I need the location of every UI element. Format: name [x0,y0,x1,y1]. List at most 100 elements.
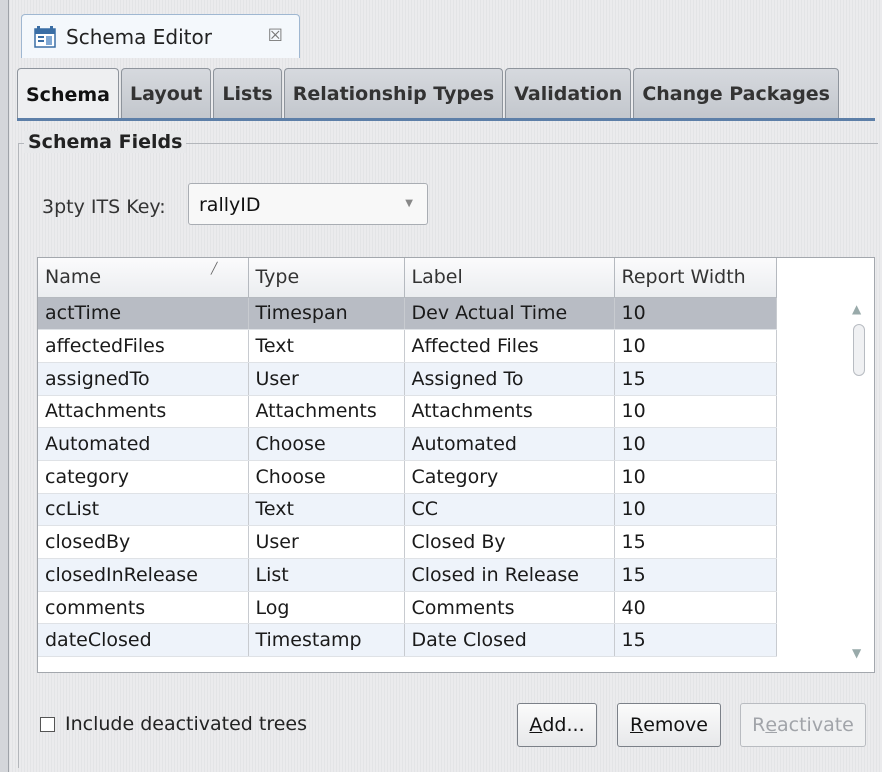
cell-label: Automated [404,427,615,461]
its-key-value: rallyID [199,194,261,216]
cell-name: category [38,460,249,494]
cell-label: Dev Actual Time [404,297,615,331]
tab-layout[interactable]: Layout [120,68,212,118]
cell-label: Date Closed [404,623,615,658]
tab-relationship-types[interactable]: Relationship Types [283,68,504,118]
group-border-left [18,143,19,768]
cell-report-width: 40 [614,591,777,625]
reactivate-button-label: activate [777,714,854,736]
table-row[interactable]: closedBy User Closed By 15 [38,525,777,559]
remove-button-mnemonic: R [630,714,644,736]
reactivate-button[interactable]: Re activate [740,703,866,747]
column-header-report-width[interactable]: Report Width [614,258,777,298]
cell-type: User [248,525,405,559]
cell-name: actTime [38,297,249,331]
subtab-bar: Schema Layout Lists Relationship Types V… [17,68,841,120]
cell-name: closedBy [38,525,249,559]
table-row[interactable]: Automated Choose Automated 10 [38,427,777,461]
cell-type: List [248,558,405,592]
tab-change-packages[interactable]: Change Packages [633,68,839,118]
table-row[interactable]: comments Log Comments 40 [38,591,777,625]
cell-type: Text [248,493,405,527]
column-header-type[interactable]: Type [248,258,405,298]
column-header-label[interactable]: Label [404,258,615,298]
cell-type: Timespan [248,297,405,331]
cell-report-width: 15 [614,558,777,592]
include-deactivated-checkbox[interactable]: Include deactivated trees [40,713,307,735]
cell-type: Timestamp [248,623,405,658]
tab-schema[interactable]: Schema [17,68,119,120]
sort-icon: ╱ [210,262,218,275]
cell-type: Choose [248,427,405,461]
cell-report-width: 10 [614,329,777,363]
cell-label: Comments [404,591,615,625]
checkbox-box[interactable] [40,716,55,732]
column-header-label: Name [45,266,102,289]
scroll-down-icon[interactable]: ▼ [852,646,861,660]
cell-type: Choose [248,460,405,494]
cell-report-width: 10 [614,460,777,494]
cell-type: User [248,362,405,396]
cell-name: Attachments [38,395,249,429]
cell-report-width: 10 [614,395,777,429]
cell-report-width: 15 [614,362,777,396]
table-row[interactable]: category Choose Category 10 [38,460,777,494]
table-row[interactable]: actTime Timespan Dev Actual Time 10 [38,297,777,331]
its-key-label: 3pty ITS Key: [42,196,166,218]
schema-editor-icon [34,25,56,48]
editor-tab-schema-editor[interactable]: Schema Editor ☒ [21,14,300,58]
editor-tabbar: Schema Editor ☒ [9,0,882,58]
reactivate-button-mnemonic: e [765,714,778,736]
include-deactivated-label: Include deactivated trees [65,713,308,735]
cell-report-width: 10 [614,493,777,527]
cell-report-width: 15 [614,525,777,559]
cell-label: CC [404,493,615,527]
chevron-down-icon: ▼ [405,198,413,209]
cell-name: dateClosed [38,623,249,658]
cell-label: Closed in Release [404,558,615,592]
tab-validation[interactable]: Validation [505,68,632,118]
its-key-select[interactable]: rallyID ▼ [188,183,428,225]
cell-name: comments [38,591,249,625]
table-row[interactable]: Attachments Attachments Attachments 10 [38,395,777,429]
remove-button-label: emove [643,714,708,736]
scroll-thumb[interactable] [853,324,865,376]
tab-lists[interactable]: Lists [213,68,282,118]
cell-label: Assigned To [404,362,615,396]
table-header-row: Name ╱ Type Label Report Width [38,258,777,298]
cell-name: affectedFiles [38,329,249,363]
vertical-scrollbar[interactable]: ▲ ▼ [840,258,874,672]
table-row[interactable]: closedInRelease List Closed in Release 1… [38,558,777,592]
table-row[interactable]: ccList Text CC 10 [38,493,777,527]
tab-underline [17,118,875,121]
cell-report-width: 10 [614,297,777,331]
cell-label: Closed By [404,525,615,559]
editor-tab-title: Schema Editor [66,24,212,49]
column-header-name[interactable]: Name ╱ [38,258,249,298]
close-icon[interactable]: ☒ [268,26,283,46]
add-button-mnemonic: A [529,714,543,736]
cell-name: closedInRelease [38,558,249,592]
add-button-label: dd... [542,714,585,736]
reactivate-button-prefix: R [752,714,766,736]
cell-report-width: 10 [614,427,777,461]
table-row[interactable]: assignedTo User Assigned To 15 [38,362,777,396]
left-rail [0,0,9,772]
cell-report-width: 15 [614,623,777,658]
cell-name: ccList [38,493,249,527]
schema-fields-table[interactable]: Name ╱ Type Label Report Width actTime Ti… [37,257,875,673]
table-row[interactable]: dateClosed Timestamp Date Closed 15 [38,623,777,658]
table-row[interactable]: affectedFiles Text Affected Files 10 [38,329,777,363]
cell-type: Attachments [248,395,405,429]
cell-type: Log [248,591,405,625]
add-button[interactable]: Add... [517,703,597,747]
cell-label: Category [404,460,615,494]
cell-name: Automated [38,427,249,461]
scroll-up-icon[interactable]: ▲ [852,302,861,316]
cell-label: Affected Files [404,329,615,363]
cell-name: assignedTo [38,362,249,396]
group-title-schema-fields: Schema Fields [24,131,187,153]
cell-label: Attachments [404,395,615,429]
cell-type: Text [248,329,405,363]
remove-button[interactable]: Remove [617,703,721,747]
